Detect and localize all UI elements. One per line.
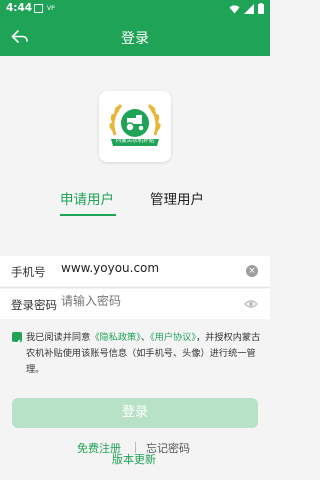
privacy-policy-link[interactable]: 《隐私政策》: [90, 332, 141, 343]
agreement-separator: 、: [140, 332, 151, 343]
phone-row: 手机号 ×: [0, 256, 270, 286]
agreement-prefix: 我已阅读并同意: [26, 332, 91, 343]
notification-icons: VP: [34, 4, 55, 13]
check-icon: [13, 339, 21, 346]
tab-applicant-user[interactable]: 申请用户: [60, 188, 114, 208]
version-update-link[interactable]: 版本更新: [112, 451, 156, 467]
active-tab-indicator: [60, 214, 116, 216]
system-icons: [229, 3, 264, 14]
password-label: 登录密码: [11, 298, 57, 312]
password-row: 登录密码: [0, 289, 270, 319]
user-agreement-link[interactable]: 《用户协议》: [150, 332, 196, 343]
notification-vp-icon: VP: [47, 5, 55, 12]
notification-a-icon: [34, 4, 43, 13]
phone-label: 手机号: [11, 265, 46, 279]
wheat-tractor-emblem: [109, 104, 161, 146]
status-bar: 4:44 VP: [0, 0, 270, 18]
divider: [0, 287, 270, 288]
clear-icon[interactable]: ×: [246, 265, 258, 277]
app-bar: 登录: [0, 18, 270, 56]
password-input[interactable]: [61, 294, 231, 308]
login-button[interactable]: 登录: [12, 398, 258, 428]
battery-icon: [258, 3, 264, 14]
signal-icon: [244, 3, 254, 14]
logo-caption: 内蒙古农机补贴: [115, 138, 155, 144]
page-title: 登录: [121, 31, 149, 47]
tab-admin-user[interactable]: 管理用户: [150, 188, 204, 208]
agreement-text: 我已阅读并同意《隐私政策》、《用户协议》，并授权内蒙古农机补贴使用该账号信息（如…: [26, 330, 266, 378]
agreement-checkbox[interactable]: [12, 332, 22, 346]
wifi-icon: [229, 4, 240, 13]
eye-icon[interactable]: [244, 298, 258, 310]
phone-input[interactable]: [61, 261, 231, 275]
status-time: 4:44: [6, 2, 33, 14]
app-logo: 内蒙古农机补贴: [99, 91, 171, 162]
